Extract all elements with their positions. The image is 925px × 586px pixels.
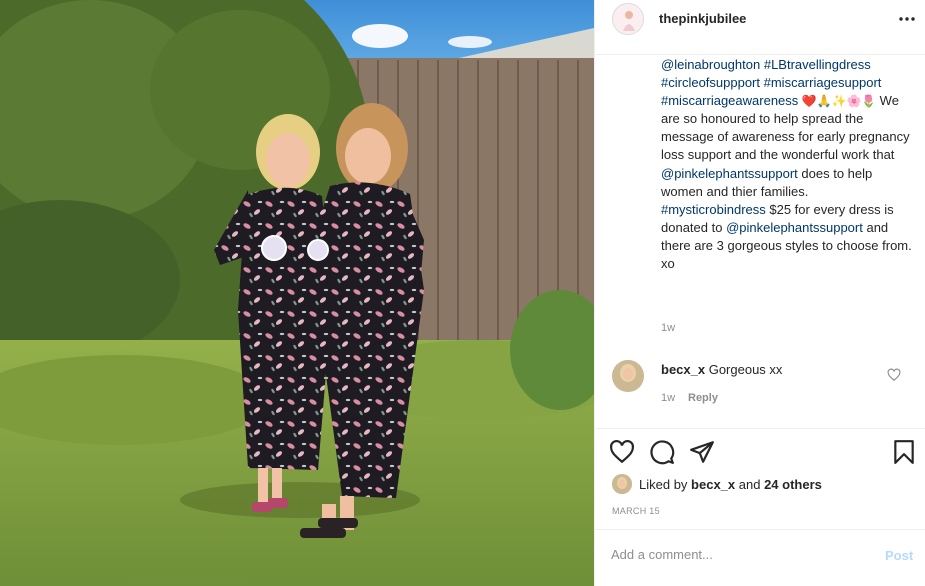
likes-text: Liked by becx_x and 24 others (639, 477, 822, 492)
add-comment-bar: Post (595, 529, 925, 586)
avatar-image (613, 4, 643, 34)
avatar[interactable] (612, 474, 632, 494)
comment-username[interactable]: becx_x (661, 362, 705, 377)
header-divider (595, 54, 925, 55)
post-side-panel: thepinkjubilee @leinabroughton #LBtravel… (594, 0, 925, 586)
mention-link[interactable]: @leinabroughton (661, 57, 760, 72)
mention-link[interactable]: @pinkelephantssupport (661, 166, 798, 181)
actions-divider (595, 428, 925, 429)
hashtag-link[interactable]: #miscarriageawareness (661, 93, 798, 108)
mention-link[interactable]: @pinkelephantssupport (726, 220, 863, 235)
hashtag-link[interactable]: #LBtravellingdress (764, 57, 871, 72)
post-actions-bar (595, 436, 925, 468)
reply-button[interactable]: Reply (688, 392, 718, 404)
post-photo-image (0, 0, 594, 586)
likes-others-count[interactable]: 24 others (764, 477, 822, 492)
heart-icon[interactable] (609, 439, 635, 465)
post-photo[interactable] (0, 0, 594, 586)
caption-emojis: ❤️🙏✨🌸🌷 (798, 94, 880, 109)
hashtag-link[interactable]: #miscarriagesupport (764, 75, 882, 90)
likes-middle: and (735, 477, 765, 492)
post-header: thepinkjubilee (595, 0, 925, 40)
comment-item: becx_x Gorgeous xx 1w Reply (595, 352, 925, 412)
caption-timestamp[interactable]: 1w (661, 322, 675, 334)
likes-summary[interactable]: Liked by becx_x and 24 others (612, 473, 912, 497)
post-comment-button[interactable]: Post (885, 548, 913, 563)
comment-body: becx_x Gorgeous xx (661, 362, 782, 377)
add-comment-input[interactable] (611, 547, 871, 562)
comment-timestamp[interactable]: 1w (661, 392, 675, 404)
hashtag-link[interactable]: #mysticrobindress (661, 202, 766, 217)
avatar[interactable] (612, 3, 644, 35)
avatar[interactable] (612, 360, 644, 392)
comment-icon[interactable] (649, 439, 675, 465)
bookmark-icon[interactable] (891, 439, 917, 465)
avatar-image (612, 474, 632, 494)
likes-prefix: Liked by (639, 477, 692, 492)
post-author-username[interactable]: thepinkjubilee (659, 11, 746, 26)
post-date[interactable]: MARCH 15 (612, 506, 660, 516)
share-icon[interactable] (689, 439, 715, 465)
avatar-image (612, 360, 644, 392)
more-horizontal-icon[interactable] (897, 10, 917, 26)
heart-icon[interactable] (887, 368, 901, 382)
hashtag-link[interactable]: #circleofsuppport (661, 75, 760, 90)
likes-username[interactable]: becx_x (691, 477, 735, 492)
post-caption: @leinabroughton #LBtravellingdress #circ… (661, 56, 916, 273)
comment-message: Gorgeous xx (708, 362, 783, 377)
